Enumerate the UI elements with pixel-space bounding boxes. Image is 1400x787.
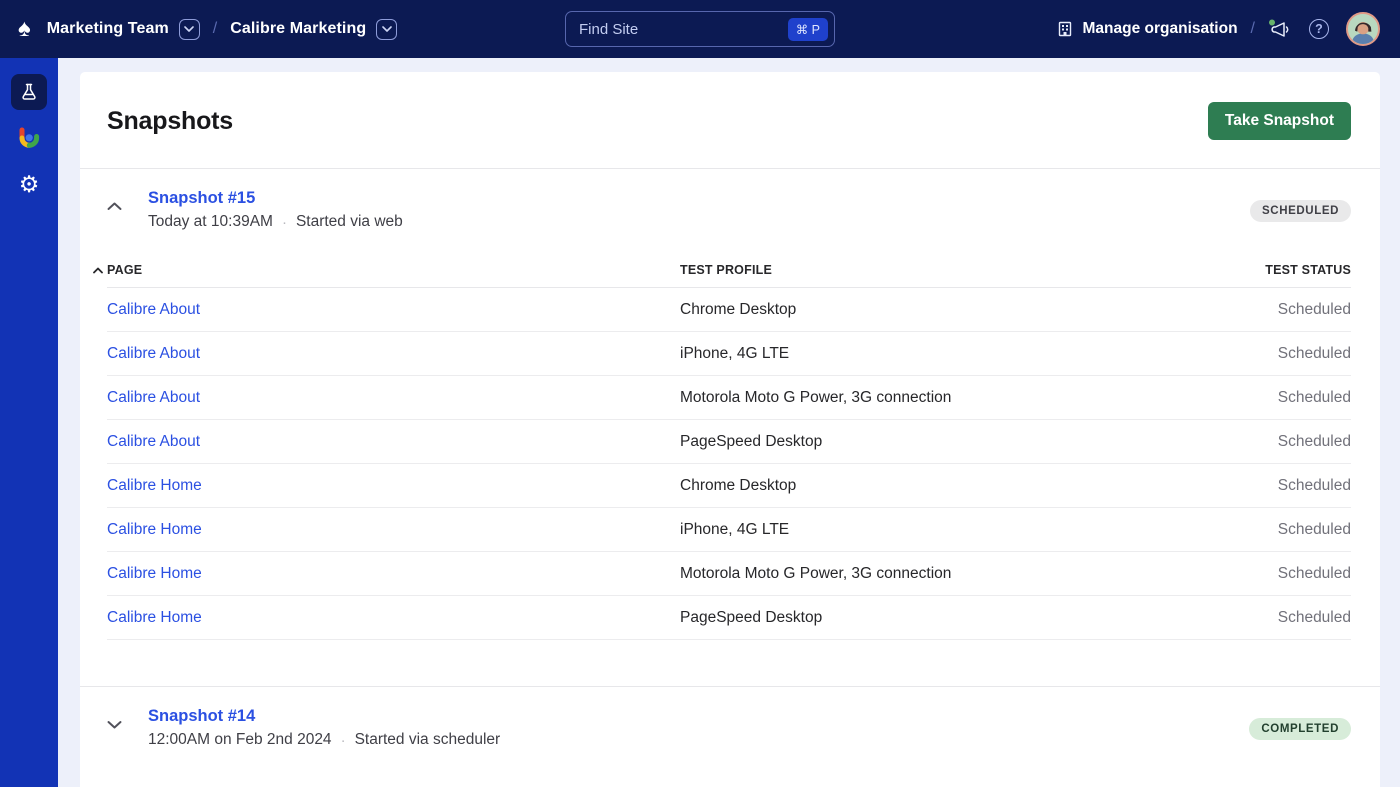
- navbar-left: ♠ Marketing Team / Calibre Marketing: [18, 17, 397, 41]
- gear-icon: ⚙: [19, 173, 40, 196]
- column-header-status[interactable]: TEST STATUS: [1171, 263, 1351, 277]
- left-sidebar: ⚙: [0, 58, 58, 787]
- team-switcher-label[interactable]: Marketing Team: [47, 20, 169, 38]
- test-status: Scheduled: [1171, 477, 1351, 495]
- snapshot-14-titles: Snapshot #14 12:00AM on Feb 2nd 2024 · S…: [148, 707, 500, 749]
- user-avatar[interactable]: [1346, 12, 1380, 46]
- main-content: Snapshots Take Snapshot Snapshot #15 Tod…: [58, 58, 1400, 787]
- take-snapshot-button[interactable]: Take Snapshot: [1208, 102, 1351, 140]
- test-profile: iPhone, 4G LTE: [680, 521, 1171, 539]
- manage-organisation-link[interactable]: Manage organisation: [1083, 20, 1238, 38]
- keyboard-shortcut-badge: ⌘ P: [788, 18, 828, 41]
- page-link[interactable]: Calibre Home: [107, 521, 202, 539]
- table-row: Calibre Home Chrome Desktop Scheduled: [107, 464, 1351, 508]
- snapshot-15-section: Snapshot #15 Today at 10:39AM · Started …: [80, 169, 1380, 686]
- test-status: Scheduled: [1171, 565, 1351, 583]
- table-row: Calibre Home iPhone, 4G LTE Scheduled: [107, 508, 1351, 552]
- chrome-ux-icon: [16, 125, 42, 151]
- column-header-page[interactable]: PAGE: [107, 263, 680, 277]
- test-status: Scheduled: [1171, 609, 1351, 627]
- test-profile: Chrome Desktop: [680, 477, 1171, 495]
- test-profile: iPhone, 4G LTE: [680, 345, 1171, 363]
- test-profile: Motorola Moto G Power, 3G connection: [680, 565, 1171, 583]
- table-header: PAGE TEST PROFILE TEST STATUS: [107, 263, 1351, 288]
- search-input[interactable]: [579, 21, 788, 38]
- table-rows: Calibre About Chrome Desktop Scheduled C…: [107, 288, 1351, 686]
- table-row: Calibre Home PageSpeed Desktop Scheduled: [107, 596, 1351, 640]
- status-badge: SCHEDULED: [1250, 200, 1351, 222]
- page-link[interactable]: Calibre About: [107, 433, 200, 451]
- page-link[interactable]: Calibre Home: [107, 565, 202, 583]
- navbar-right: Manage organisation / ?: [1056, 12, 1380, 46]
- navbar-separator: /: [1251, 20, 1255, 38]
- test-profile: Chrome Desktop: [680, 301, 1171, 319]
- snapshot-15-link[interactable]: Snapshot #15: [148, 189, 255, 208]
- announcements-megaphone-icon[interactable]: [1268, 18, 1292, 40]
- meta-dot: ·: [282, 214, 287, 231]
- page-header-label: PAGE: [107, 263, 142, 277]
- snapshot-14-link[interactable]: Snapshot #14: [148, 707, 255, 726]
- test-profile: PageSpeed Desktop: [680, 609, 1171, 627]
- page-link[interactable]: Calibre Home: [107, 477, 202, 495]
- column-header-profile[interactable]: TEST PROFILE: [680, 263, 1171, 277]
- help-icon[interactable]: ?: [1309, 19, 1329, 39]
- notification-dot: [1269, 20, 1275, 26]
- test-status: Scheduled: [1171, 301, 1351, 319]
- calibre-logo-icon[interactable]: ♠: [18, 17, 31, 41]
- snapshot-14-header: Snapshot #14 12:00AM on Feb 2nd 2024 · S…: [107, 687, 1351, 749]
- snapshot-14-time: 12:00AM on Feb 2nd 2024: [148, 731, 332, 749]
- page-title: Snapshots: [107, 107, 233, 136]
- chevron-down-icon: [184, 26, 194, 32]
- breadcrumb-separator: /: [213, 20, 217, 38]
- snapshot-15-titles: Snapshot #15 Today at 10:39AM · Started …: [148, 189, 403, 231]
- collapse-chevron-down-icon[interactable]: [107, 716, 122, 734]
- test-profile: Motorola Moto G Power, 3G connection: [680, 389, 1171, 407]
- test-profile: PageSpeed Desktop: [680, 433, 1171, 451]
- table-row: Calibre About Chrome Desktop Scheduled: [107, 288, 1351, 332]
- page-link[interactable]: Calibre About: [107, 389, 200, 407]
- status-badge: COMPLETED: [1249, 718, 1351, 740]
- snapshot-14-meta: 12:00AM on Feb 2nd 2024 · Started via sc…: [148, 731, 500, 749]
- building-icon: [1056, 20, 1074, 38]
- sidebar-item-chrome-ux[interactable]: [11, 120, 47, 156]
- snapshot-15-header: Snapshot #15 Today at 10:39AM · Started …: [107, 169, 1351, 231]
- meta-dot: ·: [341, 732, 346, 749]
- team-switcher-button[interactable]: [179, 19, 200, 40]
- snapshot-15-table: PAGE TEST PROFILE TEST STATUS Calibre Ab…: [107, 263, 1351, 686]
- table-row: Calibre Home Motorola Moto G Power, 3G c…: [107, 552, 1351, 596]
- site-switcher-button[interactable]: [376, 19, 397, 40]
- find-site-search[interactable]: ⌘ P: [565, 11, 835, 47]
- collapse-chevron-up-icon[interactable]: [107, 198, 122, 216]
- snapshot-15-source: Started via web: [296, 213, 403, 231]
- top-navbar: ♠ Marketing Team / Calibre Marketing ⌘ P…: [0, 0, 1400, 58]
- sidebar-item-snapshots[interactable]: [11, 74, 47, 110]
- page-link[interactable]: Calibre Home: [107, 609, 202, 627]
- site-switcher-label[interactable]: Calibre Marketing: [230, 20, 366, 38]
- page-link[interactable]: Calibre About: [107, 345, 200, 363]
- table-row: Calibre About iPhone, 4G LTE Scheduled: [107, 332, 1351, 376]
- snapshot-15-meta: Today at 10:39AM · Started via web: [148, 213, 403, 231]
- chevron-down-icon: [382, 26, 392, 32]
- test-status: Scheduled: [1171, 433, 1351, 451]
- test-status: Scheduled: [1171, 521, 1351, 539]
- test-status: Scheduled: [1171, 345, 1351, 363]
- table-row: Calibre About PageSpeed Desktop Schedule…: [107, 420, 1351, 464]
- snapshot-14-source: Started via scheduler: [355, 731, 501, 749]
- sidebar-item-settings[interactable]: ⚙: [11, 166, 47, 202]
- page-link[interactable]: Calibre About: [107, 301, 200, 319]
- snapshot-14-section: Snapshot #14 12:00AM on Feb 2nd 2024 · S…: [80, 686, 1380, 749]
- test-status: Scheduled: [1171, 389, 1351, 407]
- sort-ascending-icon[interactable]: [93, 267, 103, 274]
- page-header: Snapshots Take Snapshot: [80, 72, 1380, 169]
- table-row: Calibre About Motorola Moto G Power, 3G …: [107, 376, 1351, 420]
- snapshot-15-time: Today at 10:39AM: [148, 213, 273, 231]
- snapshots-card: Snapshots Take Snapshot Snapshot #15 Tod…: [80, 72, 1380, 787]
- flask-icon: [19, 82, 39, 102]
